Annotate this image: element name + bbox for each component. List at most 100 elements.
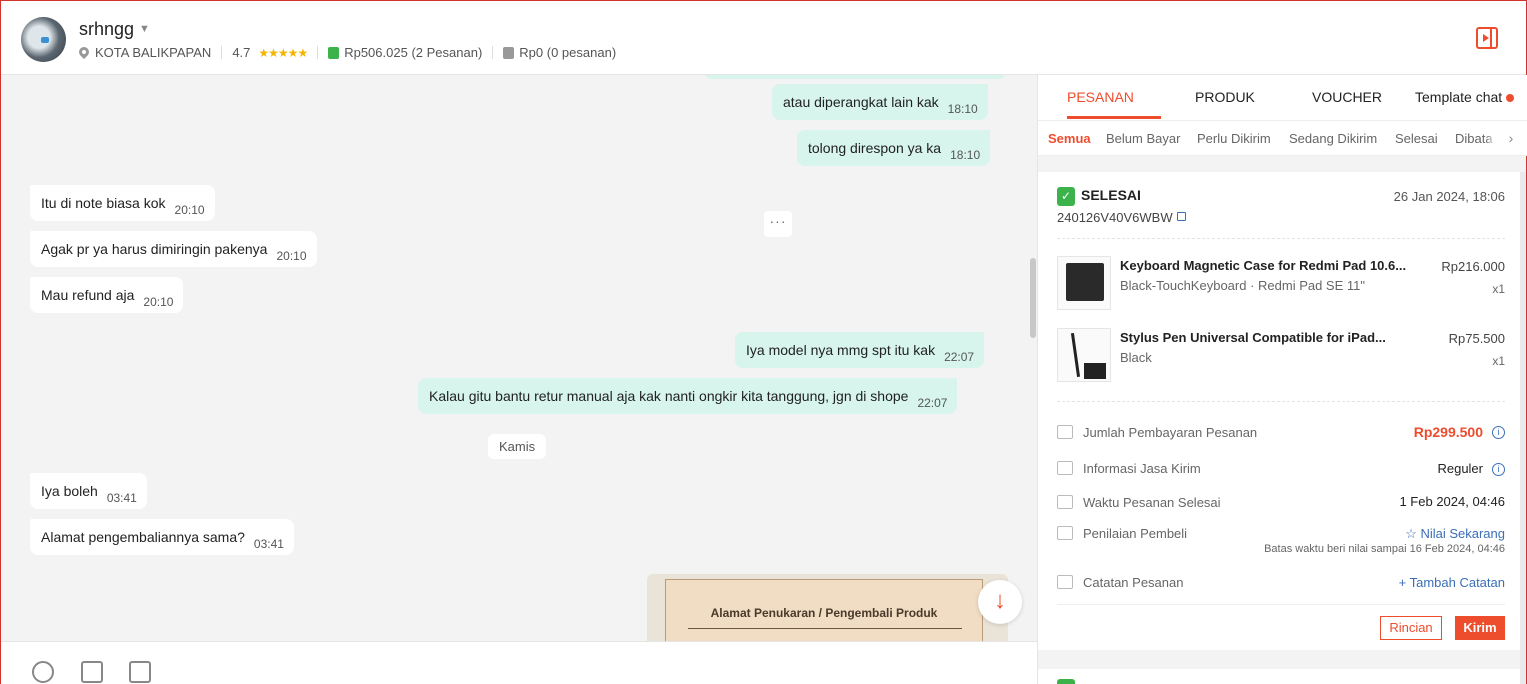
product-name[interactable]: Keyboard Magnetic Case for Redmi Pad 10.… xyxy=(1120,258,1406,273)
message-text: Iya model nya mmg spt itu kak xyxy=(746,342,936,358)
next-order-card xyxy=(1038,669,1521,684)
buyer-location: KOTA BALIKPAPAN xyxy=(95,45,212,60)
order-status-filter: Semua Belum Bayar Perlu Dikirim Sedang D… xyxy=(1038,120,1527,156)
order-side-panel: PESANAN PRODUK VOUCHER Template chat Sem… xyxy=(1037,75,1527,684)
location-pin-icon xyxy=(79,47,89,59)
message-time: 20:10 xyxy=(174,203,205,217)
product-variant: Black xyxy=(1120,350,1152,365)
message-text: Itu di note biasa kok xyxy=(41,195,166,211)
avatar[interactable] xyxy=(21,17,66,62)
message-bubble-incoming[interactable]: Itu di note biasa kok 20:10 xyxy=(30,185,215,221)
subtab-selesai[interactable]: Selesai xyxy=(1395,131,1438,146)
chat-area[interactable]: atau diperangkat lain kak 18:10 ··· tolon… xyxy=(1,75,1037,641)
message-bubble-incoming[interactable]: Alamat pengembaliannya sama? 03:41 xyxy=(30,519,294,555)
message-text: Kalau gitu bantu retur manual aja kak na… xyxy=(429,388,909,404)
copy-icon[interactable] xyxy=(1177,212,1186,221)
message-time: 20:10 xyxy=(143,295,174,309)
order-id: 240126V40V6WBW xyxy=(1057,210,1173,225)
message-bubble-incoming[interactable]: Iya boleh 03:41 xyxy=(30,473,147,509)
subtab-dibatalkan[interactable]: Dibata xyxy=(1455,131,1493,146)
toggle-panel-icon[interactable] xyxy=(1476,27,1498,49)
message-bubble-incoming[interactable]: Mau refund aja 20:10 xyxy=(30,277,184,313)
paid-orders-icon xyxy=(328,46,340,59)
send-order-button[interactable]: Kirim xyxy=(1455,616,1505,640)
message-time: 20:10 xyxy=(276,249,307,263)
tab-template-chat[interactable]: Template chat xyxy=(1415,89,1515,105)
payment-info-icon[interactable]: i xyxy=(1484,424,1505,440)
shipping-value: Reguler xyxy=(1437,461,1483,476)
message-time: 03:41 xyxy=(253,537,284,551)
product-name[interactable]: Stylus Pen Universal Compatible for iPad… xyxy=(1120,330,1386,345)
message-text: Iya boleh xyxy=(41,483,98,499)
emoji-icon[interactable] xyxy=(32,661,54,683)
tab-pesanan[interactable]: PESANAN xyxy=(1067,89,1134,105)
review-icon xyxy=(1057,526,1073,540)
order-detail-button[interactable]: Rincian xyxy=(1380,616,1442,640)
image-message[interactable]: Alamat Penukaran / Pengembali Produk xyxy=(647,574,1008,641)
note-icon xyxy=(1057,575,1073,589)
scroll-down-arrow-icon[interactable]: ↓ xyxy=(978,580,1022,624)
review-deadline: Batas waktu beri nilai sampai 16 Feb 202… xyxy=(1264,543,1505,555)
buyer-meta: KOTA BALIKPAPAN 4.7 ★★★★★ Rp506.025 (2 P… xyxy=(79,45,616,60)
message-bubble-outgoing[interactable]: atau diperangkat lain kak 18:10 xyxy=(772,84,988,120)
more-options-icon[interactable]: ··· xyxy=(764,211,792,237)
message-text: atau diperangkat lain kak xyxy=(783,94,939,110)
subtab-perlu-dikirim[interactable]: Perlu Dikirim xyxy=(1197,131,1271,146)
active-tab-indicator xyxy=(1067,116,1161,119)
tab-voucher[interactable]: VOUCHER xyxy=(1312,89,1382,105)
return-address-image: Alamat Penukaran / Pengembali Produk xyxy=(665,579,983,641)
review-now-link[interactable]: ☆ Nilai Sekarang xyxy=(1405,526,1505,542)
tab-produk[interactable]: PRODUK xyxy=(1195,89,1255,105)
message-bubble-outgoing[interactable]: Kalau gitu bantu retur manual aja kak na… xyxy=(418,378,958,414)
unpaid-orders-count: (0 pesanan) xyxy=(546,45,617,60)
chevron-right-icon[interactable]: › xyxy=(1495,121,1527,155)
message-time: 22:07 xyxy=(917,396,948,410)
stylus-image xyxy=(1070,333,1081,377)
add-note-link[interactable]: + Tambah Catatan xyxy=(1399,575,1505,590)
product-thumbnail[interactable] xyxy=(1057,256,1111,310)
order-card: ✓ SELESAI 26 Jan 2024, 18:06 240126V40V6… xyxy=(1038,172,1521,650)
product-price: Rp75.500 xyxy=(1448,331,1505,346)
order-status-icon xyxy=(1057,679,1075,684)
finish-time-label: Waktu Pesanan Selesai xyxy=(1083,495,1221,510)
notification-dot xyxy=(1506,94,1515,103)
buyer-rating: 4.7 xyxy=(232,45,251,60)
divider xyxy=(1057,401,1505,402)
chat-input-toolbar xyxy=(1,641,1037,684)
product-qty: x1 xyxy=(1492,282,1505,296)
rating-stars-icon: ★★★★★ xyxy=(258,45,308,60)
tab-label: Template chat xyxy=(1415,89,1503,105)
calendar-icon xyxy=(1057,495,1073,509)
chat-scrollbar[interactable] xyxy=(1030,258,1036,338)
panel-tabs: PESANAN PRODUK VOUCHER Template chat xyxy=(1038,75,1527,120)
video-upload-icon[interactable] xyxy=(129,661,151,683)
message-bubble-outgoing[interactable]: tolong direspon ya ka 18:10 xyxy=(797,130,991,166)
image-card-title: Alamat Penukaran / Pengembali Produk xyxy=(710,606,938,620)
message-text: tolong direspon ya ka xyxy=(808,140,942,156)
order-complete-icon: ✓ xyxy=(1057,187,1075,206)
day-divider: Kamis xyxy=(488,434,547,459)
chevron-down-icon[interactable]: ▼ xyxy=(139,23,150,35)
payment-value: Rp299.500 xyxy=(1413,424,1483,440)
subtab-belum-bayar[interactable]: Belum Bayar xyxy=(1106,131,1180,146)
product-variant: Black-TouchKeyboard · Redmi Pad SE 11" xyxy=(1120,278,1365,293)
keyboard-case-image xyxy=(1066,263,1104,301)
shipping-label: Informasi Jasa Kirim xyxy=(1083,461,1201,476)
divider xyxy=(1057,238,1505,239)
payment-label: Jumlah Pembayaran Pesanan xyxy=(1083,425,1258,440)
message-bubble-outgoing[interactable]: Iya model nya mmg spt itu kak 22:07 xyxy=(735,332,985,368)
order-date: 26 Jan 2024, 18:06 xyxy=(1393,189,1505,204)
message-bubble-incoming[interactable]: Agak pr ya harus dimiringin pakenya 20:10 xyxy=(30,231,317,267)
panel-scrollbar[interactable] xyxy=(1520,172,1526,684)
image-upload-icon[interactable] xyxy=(81,661,103,683)
username[interactable]: srhngg xyxy=(79,19,134,40)
unpaid-total: Rp0 xyxy=(519,45,544,60)
finish-time-value: 1 Feb 2024, 04:46 xyxy=(1399,494,1505,509)
message-time: 18:10 xyxy=(950,148,981,162)
product-thumbnail[interactable] xyxy=(1057,328,1111,382)
subtab-semua[interactable]: Semua xyxy=(1048,131,1091,146)
paid-orders-count: (2 Pesanan) xyxy=(411,45,483,60)
shipping-info-icon[interactable]: i xyxy=(1484,461,1505,477)
message-text: Alamat pengembaliannya sama? xyxy=(41,529,245,545)
subtab-sedang-dikirim[interactable]: Sedang Dikirim xyxy=(1289,131,1377,146)
